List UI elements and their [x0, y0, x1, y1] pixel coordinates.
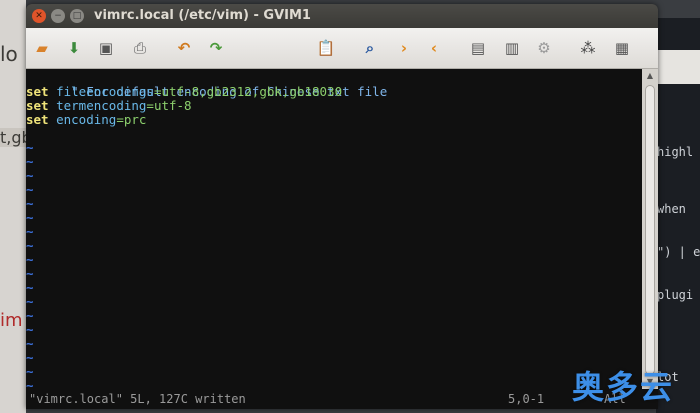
tilde-marker: ~	[26, 336, 34, 351]
tilde-marker: ~	[26, 196, 34, 211]
tilde-marker: ~	[26, 294, 34, 309]
tilde-marker: ~	[26, 210, 34, 225]
editor-area[interactable]: " For default encoding of Chinese txt fi…	[26, 69, 642, 393]
make-icon[interactable]: ⁂	[578, 38, 598, 58]
tilde-marker: ~	[26, 322, 34, 337]
option-name: encoding	[56, 112, 117, 127]
tilde-marker: ~	[26, 168, 34, 183]
background-text: when	[657, 202, 686, 216]
background-text: ") | e	[657, 245, 700, 259]
code-line: " For default encoding of Chinese txt fi…	[26, 71, 387, 99]
cursor-position: 5,0-1	[508, 392, 545, 406]
vertical-scrollbar[interactable]: ▲ ▼	[642, 69, 658, 389]
save-download-icon[interactable]: ⬇	[64, 38, 84, 58]
tilde-marker: ~	[26, 154, 34, 169]
tags-icon[interactable]: ▦	[612, 38, 632, 58]
code-line: set fileencodings=utf-8,gb2312,gbk,gb180…	[26, 85, 342, 99]
maximize-icon: □	[72, 11, 82, 21]
maximize-button[interactable]: □	[70, 9, 84, 23]
tilde-marker: ~	[26, 238, 34, 253]
code-line: set termencoding=utf-8	[26, 99, 192, 113]
close-button[interactable]: ✕	[32, 9, 46, 23]
find-replace-icon[interactable]: ⌕	[360, 38, 380, 58]
status-message: "vimrc.local" 5L, 127C written	[29, 392, 246, 406]
save-icon[interactable]: ▣	[96, 38, 116, 58]
background-text: highl	[657, 145, 694, 159]
find-prev-icon[interactable]: ‹	[424, 38, 444, 58]
paste-icon[interactable]: 📋	[316, 38, 336, 58]
open-folder-icon[interactable]: ▰	[32, 38, 52, 58]
watermark-logo: 奥多云	[572, 368, 675, 406]
gvim-window: ✕ − □ vimrc.local (/etc/vim) - GVIM1 ▰ ⬇…	[26, 4, 658, 409]
tilde-marker: ~	[26, 266, 34, 281]
background-text: im	[0, 310, 23, 331]
option-name: fileencodings	[56, 84, 154, 99]
tilde-marker: ~	[26, 308, 34, 323]
redo-icon[interactable]: ↷	[206, 38, 226, 58]
scroll-up-icon[interactable]: ▲	[642, 69, 658, 83]
title-bar[interactable]: ✕ − □ vimrc.local (/etc/vim) - GVIM1	[26, 4, 658, 28]
option-value: utf-8	[153, 98, 192, 113]
save-session-icon[interactable]: ▥	[502, 38, 522, 58]
tilde-marker: ~	[26, 364, 34, 379]
option-name: termencoding	[56, 98, 147, 113]
undo-icon[interactable]: ↶	[174, 38, 194, 58]
tilde-marker: ~	[26, 350, 34, 365]
background-text: t,gb	[0, 128, 26, 147]
minimize-button[interactable]: −	[51, 9, 65, 23]
tilde-marker: ~	[26, 252, 34, 267]
tilde-marker: ~	[26, 140, 34, 155]
background-toolbar	[656, 50, 700, 84]
option-value: prc	[123, 112, 147, 127]
tilde-marker: ~	[26, 182, 34, 197]
set-keyword: set	[26, 84, 49, 99]
run-script-icon[interactable]: ⚙	[534, 38, 554, 58]
tilde-marker: ~	[26, 280, 34, 295]
set-keyword: set	[26, 98, 49, 113]
tilde-marker: ~	[26, 224, 34, 239]
toolbar: ▰ ⬇ ▣ ⎙ ↶ ↷ 📋 ⌕ › ‹ ▤ ▥ ⚙ ⁂ ▦	[26, 28, 658, 69]
scroll-thumb[interactable]	[645, 85, 655, 375]
close-icon: ✕	[35, 11, 43, 21]
set-keyword: set	[26, 112, 49, 127]
minimize-icon: −	[54, 11, 62, 21]
find-next-icon[interactable]: ›	[394, 38, 414, 58]
command-line: "vimrc.local" 5L, 127C written 5,0-1 All	[26, 389, 658, 409]
load-session-icon[interactable]: ▤	[468, 38, 488, 58]
option-value: utf-8,gb2312,gbk,gb18030	[161, 84, 343, 99]
background-text: lo	[0, 42, 18, 66]
equals-sign: =	[116, 112, 124, 127]
background-text: plugi	[657, 288, 694, 302]
code-line: set encoding=prc	[26, 113, 146, 127]
equals-sign: =	[146, 98, 154, 113]
window-title: vimrc.local (/etc/vim) - GVIM1	[94, 8, 311, 23]
print-icon[interactable]: ⎙	[130, 38, 150, 58]
